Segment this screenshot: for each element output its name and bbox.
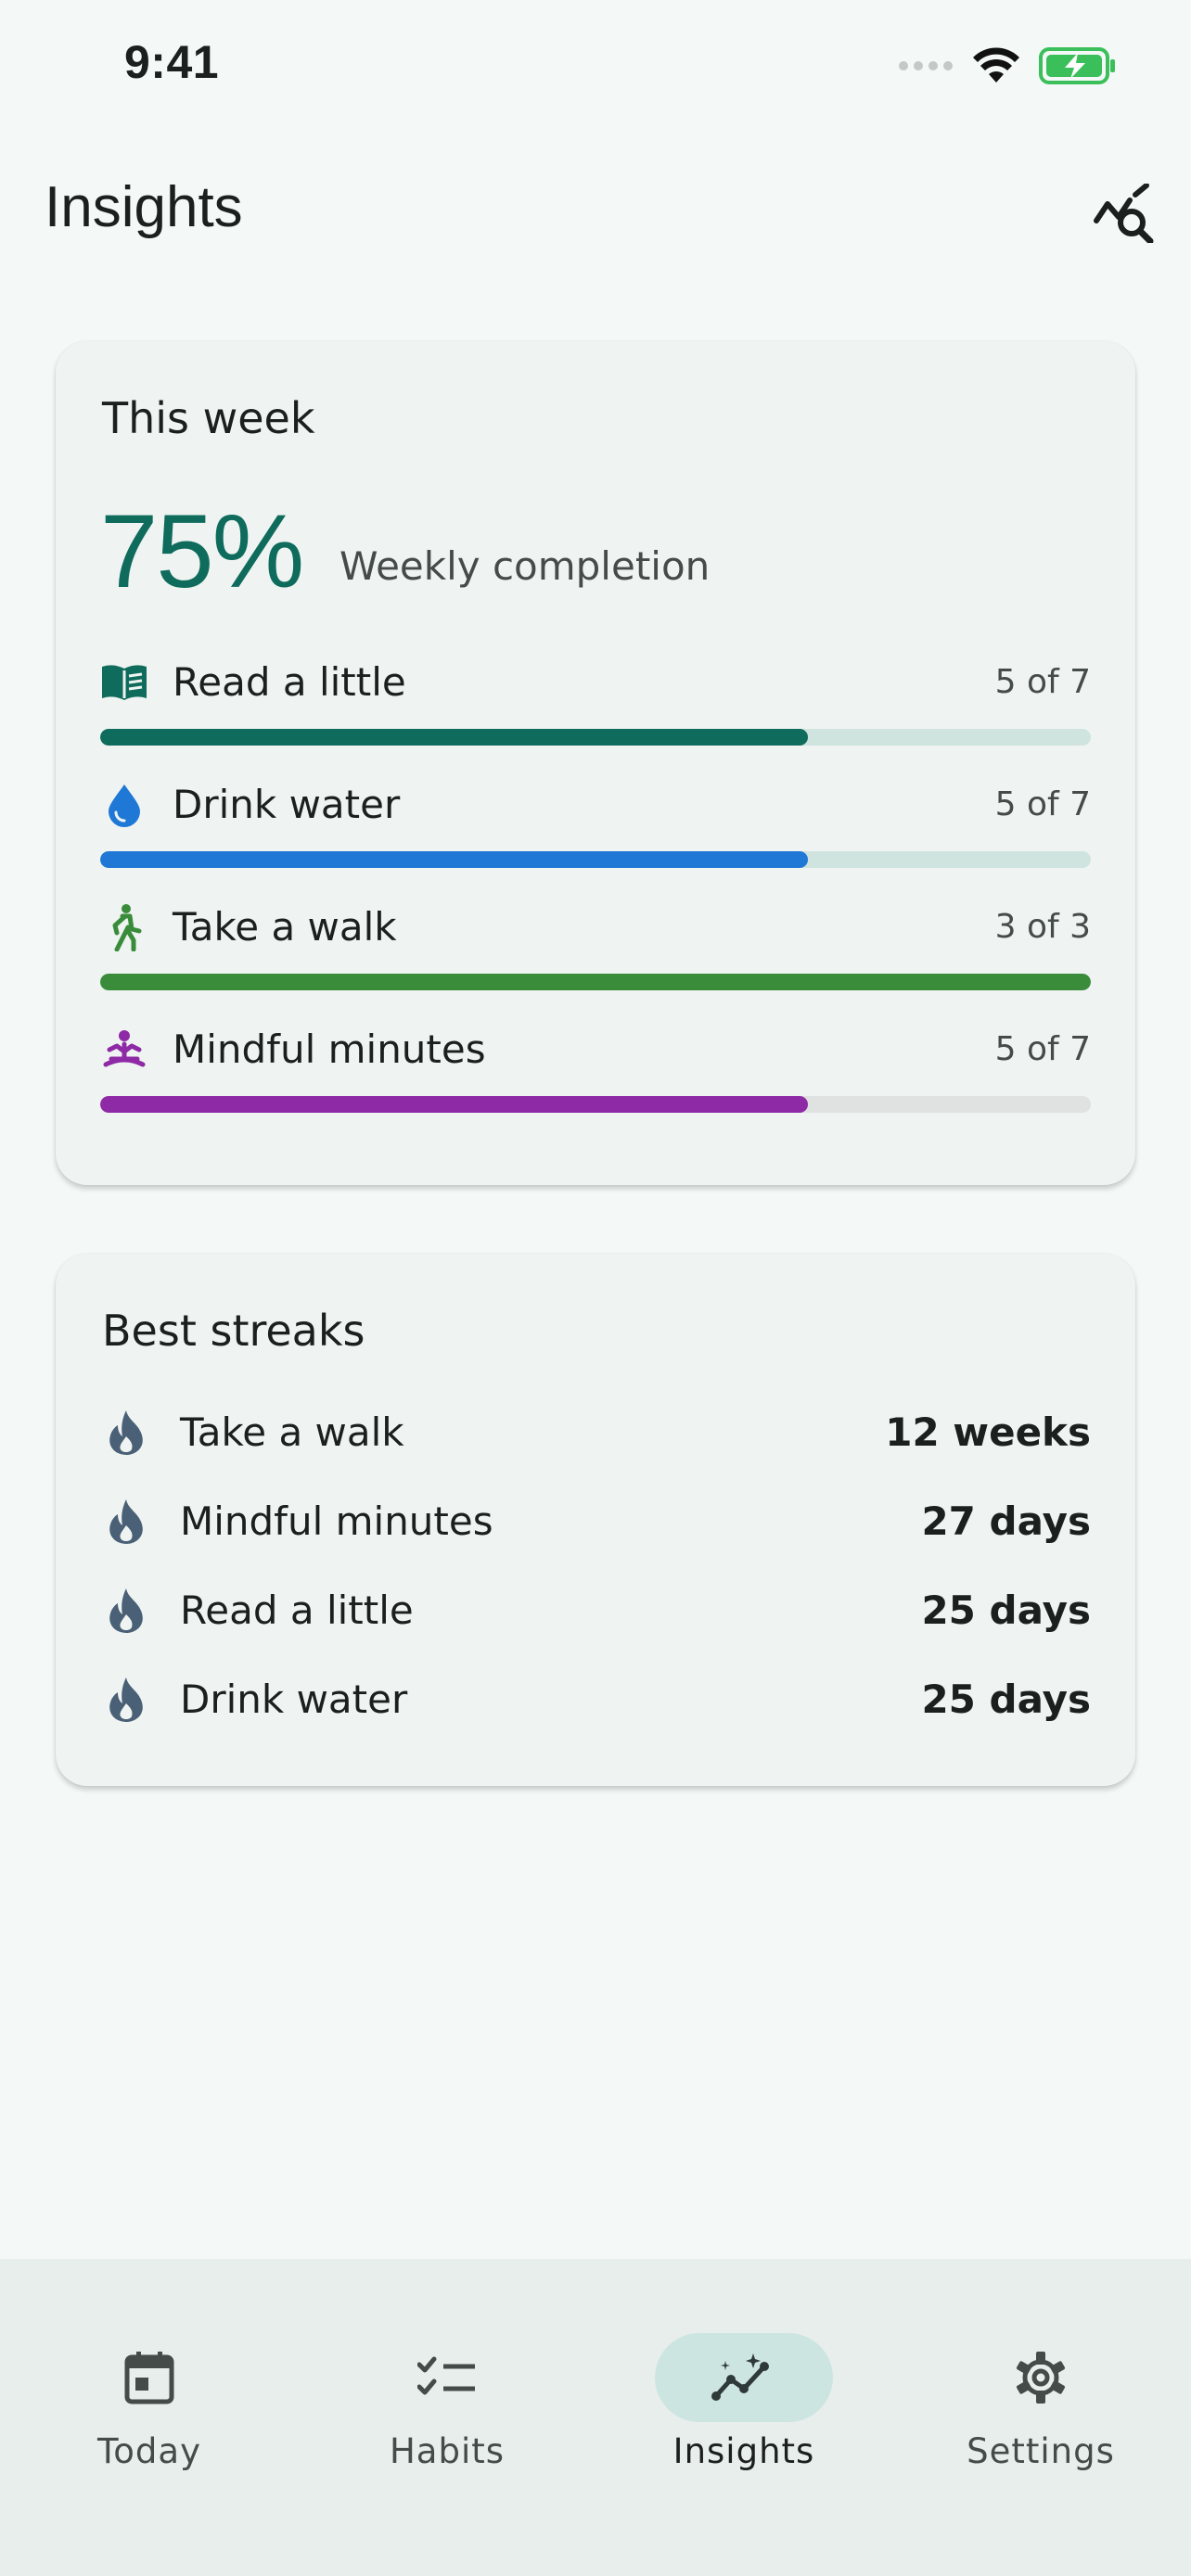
- water-drop-icon: [100, 781, 148, 829]
- habit-progress-bar: [100, 1096, 1091, 1113]
- habit-progress-fill: [100, 974, 1091, 990]
- habit-label: Take a walk: [173, 904, 397, 950]
- habit-progress-bar: [100, 729, 1091, 746]
- best-streaks-title: Best streaks: [102, 1306, 365, 1356]
- nav-label: Habits: [389, 2431, 506, 2471]
- streak-value: 25 days: [921, 1677, 1091, 1722]
- bottom-navigation-bar: Today Habits Insights Settings: [0, 2259, 1191, 2576]
- streak-value: 27 days: [921, 1498, 1091, 1544]
- page-title: Insights: [45, 175, 243, 239]
- battery-charging-icon: [1039, 47, 1115, 84]
- streak-habit-name: Drink water: [180, 1677, 408, 1722]
- status-icons: [898, 46, 1117, 85]
- nav-pill-active: [655, 2333, 833, 2422]
- flame-icon: [109, 1677, 143, 1722]
- habit-count: 5 of 7: [994, 663, 1091, 701]
- walk-icon: [100, 903, 148, 951]
- flame-icon: [109, 1588, 143, 1633]
- habit-progress-row: Mindful minutes 5 of 7: [100, 1026, 1091, 1118]
- streak-habit-name: Mindful minutes: [180, 1498, 493, 1544]
- nav-pill: [358, 2333, 536, 2422]
- habit-label: Drink water: [173, 782, 401, 827]
- nav-label: Insights: [672, 2431, 815, 2471]
- habit-progress-row: Drink water 5 of 7: [100, 781, 1091, 874]
- insights-icon: [711, 2353, 769, 2401]
- nav-item-settings[interactable]: Settings: [929, 2296, 1152, 2471]
- habit-progress-bar: [100, 851, 1091, 868]
- flame-icon: [109, 1499, 143, 1544]
- query-stats-button[interactable]: [1089, 178, 1159, 249]
- habit-progress-bar: [100, 974, 1091, 990]
- status-bar: 9:41: [0, 0, 1191, 139]
- habit-progress-row: Read a little 5 of 7: [100, 658, 1091, 751]
- streak-row: Mindful minutes 27 days: [100, 1494, 1091, 1549]
- habit-progress-fill: [100, 851, 808, 868]
- streak-row: Take a walk 12 weeks: [100, 1405, 1091, 1460]
- habit-progress-fill: [100, 729, 808, 746]
- nav-label: Today: [96, 2431, 201, 2471]
- weekly-completion-caption: Weekly completion: [339, 543, 711, 589]
- habit-count: 3 of 3: [994, 908, 1091, 946]
- habit-count: 5 of 7: [994, 785, 1091, 823]
- nav-label: Settings: [967, 2431, 1115, 2471]
- gear-icon: [1016, 2352, 1066, 2404]
- query-stats-icon: [1094, 184, 1154, 243]
- habit-count: 5 of 7: [994, 1030, 1091, 1068]
- status-time: 9:41: [124, 36, 220, 88]
- habit-progress-fill: [100, 1096, 808, 1113]
- streak-habit-name: Take a walk: [180, 1409, 404, 1455]
- streak-value: 25 days: [921, 1588, 1091, 1633]
- meditation-icon: [100, 1026, 148, 1074]
- nav-item-today[interactable]: Today: [38, 2296, 261, 2471]
- streak-value: 12 weeks: [885, 1409, 1091, 1455]
- nav-item-habits[interactable]: Habits: [336, 2296, 558, 2471]
- streak-row: Drink water 25 days: [100, 1672, 1091, 1728]
- nav-pill: [60, 2333, 238, 2422]
- book-icon: [100, 658, 148, 707]
- streak-habit-name: Read a little: [180, 1588, 414, 1633]
- calendar-icon: [124, 2352, 174, 2404]
- flame-icon: [109, 1410, 143, 1455]
- weekly-completion-percent: 75%: [100, 493, 304, 609]
- cellular-signal-icon: [899, 61, 953, 70]
- this-week-title: This week: [102, 393, 315, 443]
- checklist-icon: [417, 2356, 475, 2395]
- streak-row: Read a little 25 days: [100, 1583, 1091, 1639]
- habit-label: Read a little: [173, 659, 406, 705]
- habit-label: Mindful minutes: [173, 1027, 486, 1072]
- nav-pill: [952, 2333, 1130, 2422]
- habit-progress-row: Take a walk 3 of 3: [100, 903, 1091, 996]
- nav-item-insights[interactable]: Insights: [633, 2296, 855, 2471]
- wifi-icon: [973, 47, 1019, 83]
